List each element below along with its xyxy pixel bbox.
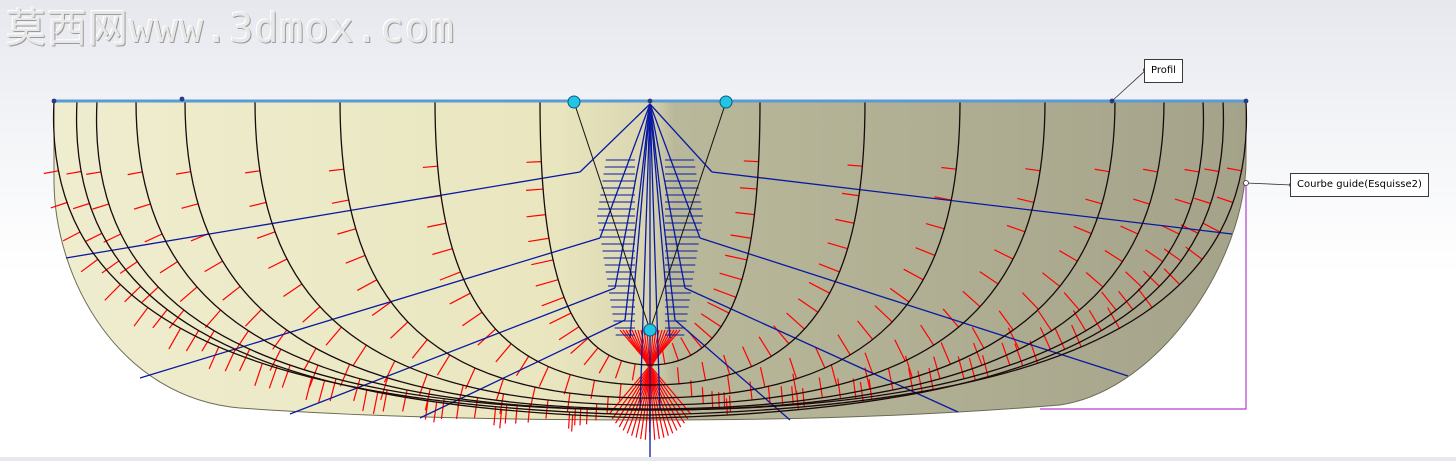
endpoint-dot[interactable] [1244, 99, 1249, 104]
endpoint-dot[interactable] [648, 99, 653, 104]
watermark-text: 莫西网www.3dmox.com [6, 6, 455, 52]
curvature-comb-tick [575, 409, 576, 426]
curvature-comb-tick [580, 409, 581, 426]
curvature-comb-tick [712, 391, 713, 408]
drag-handle-icon[interactable] [568, 96, 580, 108]
cad-graphics-area[interactable]: 莫西网www.3dmox.com Profil Courbe guide(Esq… [0, 0, 1456, 457]
curvature-comb-tick [527, 162, 542, 163]
curvature-comb-tick [724, 392, 725, 409]
callout-anchor-icon [1244, 181, 1249, 186]
drag-handle-icon[interactable] [644, 324, 656, 336]
drag-handle-icon[interactable] [720, 96, 732, 108]
hull-loft-preview[interactable] [0, 0, 1456, 457]
guide-curve-callout-label[interactable]: Courbe guide(Esquisse2) [1290, 173, 1429, 197]
endpoint-dot[interactable] [180, 97, 185, 102]
curvature-comb-tick [744, 161, 759, 162]
endpoint-dot[interactable] [52, 99, 57, 104]
profile-leader-line [1112, 70, 1146, 101]
guide-leader-line [1246, 183, 1292, 185]
profile-callout-label[interactable]: Profil [1144, 59, 1183, 83]
